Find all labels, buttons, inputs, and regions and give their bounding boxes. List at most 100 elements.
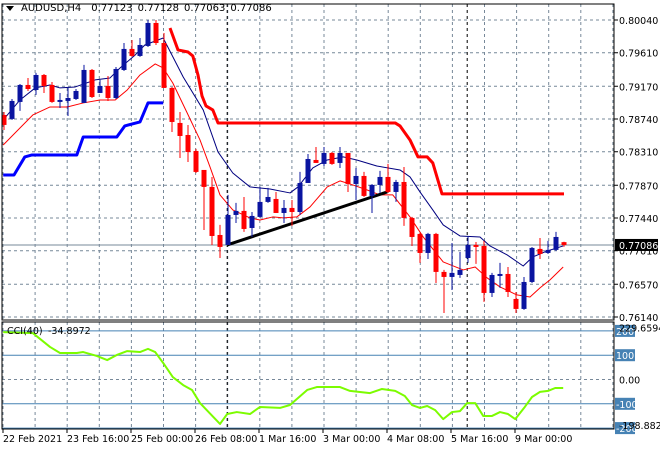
close-value: 0.77086: [230, 3, 272, 14]
candle-body: [313, 159, 319, 163]
candle: [377, 170, 383, 193]
candle-body: [233, 210, 239, 215]
candle-body: [113, 68, 119, 98]
candle: [433, 232, 439, 283]
candle: [121, 42, 127, 71]
candle: [49, 81, 55, 103]
time-axis-label: 26 Feb 08:00: [195, 434, 257, 445]
candle-body: [225, 214, 231, 245]
candle-body: [553, 236, 559, 250]
candle: [545, 240, 551, 254]
time-axis-label: 23 Feb 16:00: [67, 434, 129, 445]
candle-body: [489, 274, 495, 293]
candle: [481, 240, 487, 302]
current-price-label: 0.77086: [619, 241, 658, 252]
candle: [65, 86, 71, 116]
candle: [89, 68, 95, 98]
candle-body: [249, 215, 255, 228]
candle-body: [521, 281, 527, 309]
candle-body: [241, 210, 247, 229]
time-axis-label: 5 Mar 16:00: [451, 434, 508, 445]
candle-body: [97, 85, 103, 93]
cci-indicator-value: -34.8972: [48, 326, 91, 337]
cci-level-label: 0.00: [619, 376, 640, 387]
candle-body: [321, 152, 327, 164]
candle: [33, 72, 39, 95]
time-axis-label: 25 Feb 00:00: [131, 434, 193, 445]
candle: [457, 251, 463, 278]
candle-body: [329, 152, 335, 164]
candle-body: [201, 169, 207, 187]
upper-band-line: [168, 27, 564, 196]
candle: [353, 167, 359, 200]
candle: [297, 171, 303, 215]
candle-body: [561, 242, 567, 245]
candle-body: [105, 85, 111, 98]
candle-body: [305, 158, 311, 183]
time-axis-label: 9 Mar 00:00: [515, 434, 572, 445]
candle-body: [449, 272, 455, 277]
candle: [441, 269, 447, 313]
candle-body: [169, 87, 175, 122]
candle-body: [385, 176, 391, 192]
candle-body: [481, 245, 487, 293]
candle: [241, 196, 247, 232]
symbol-timeframe: AUDUSD,H4: [21, 3, 82, 14]
cci-level-label: -100: [616, 400, 638, 411]
candle-body: [401, 181, 407, 218]
candle: [105, 75, 111, 101]
candle-body: [273, 198, 279, 213]
candle-body: [193, 150, 199, 172]
candle: [361, 171, 367, 197]
price-chart[interactable]: 0.80040 0.79610 0.79170 0.78740 0.78310 0.778…: [0, 0, 660, 450]
candle: [257, 186, 263, 218]
candle-body: [537, 248, 543, 254]
candle: [233, 202, 239, 223]
candle-body: [497, 273, 503, 276]
dropdown-triangle-icon[interactable]: [6, 6, 14, 11]
candle-body: [145, 22, 151, 46]
candle: [113, 66, 119, 99]
price-tick-label: 0.78310: [619, 148, 658, 159]
cci-panel-frame: [1, 321, 615, 430]
chart-header: AUDUSD,H4 0.77123 0.77128 0.77063 0.7708…: [6, 3, 273, 14]
candle-body: [409, 217, 415, 237]
candle-body: [425, 233, 431, 253]
candle-body: [217, 234, 223, 247]
candle: [409, 216, 415, 246]
candle: [521, 276, 527, 310]
candle: [425, 232, 431, 259]
time-axis-label: 4 Mar 08:00: [387, 434, 444, 445]
cci-line: [3, 331, 564, 425]
candle-body: [121, 48, 127, 70]
time-axis-label: 3 Mar 00:00: [323, 434, 380, 445]
candle: [489, 272, 495, 297]
candle-body: [9, 100, 15, 119]
candle: [9, 98, 15, 120]
price-tick-label: 0.76570: [619, 280, 658, 291]
candle-body: [81, 69, 87, 103]
candle-body: [25, 84, 31, 89]
candle-body: [545, 249, 551, 253]
candle: [273, 191, 279, 213]
candle: [25, 77, 31, 91]
candle: [17, 83, 23, 111]
candle: [553, 231, 559, 251]
candle: [137, 37, 143, 57]
price-tick-label: 0.78740: [619, 115, 658, 126]
candle-body: [457, 269, 463, 275]
candle: [529, 246, 535, 283]
candle-body: [73, 90, 79, 99]
candle-body: [185, 134, 191, 152]
candle-body: [177, 122, 183, 136]
candle-body: [337, 152, 343, 163]
trading-chart-window: 0.80040 0.79610 0.79170 0.78740 0.78310 0.778…: [0, 0, 660, 450]
candle: [537, 237, 543, 259]
candle-body: [129, 48, 135, 56]
candle-body: [433, 233, 439, 272]
candle-body: [353, 175, 359, 184]
candle-body: [473, 244, 479, 247]
candle-body: [161, 42, 167, 88]
candle-body: [361, 175, 367, 196]
candle-body: [417, 233, 423, 253]
